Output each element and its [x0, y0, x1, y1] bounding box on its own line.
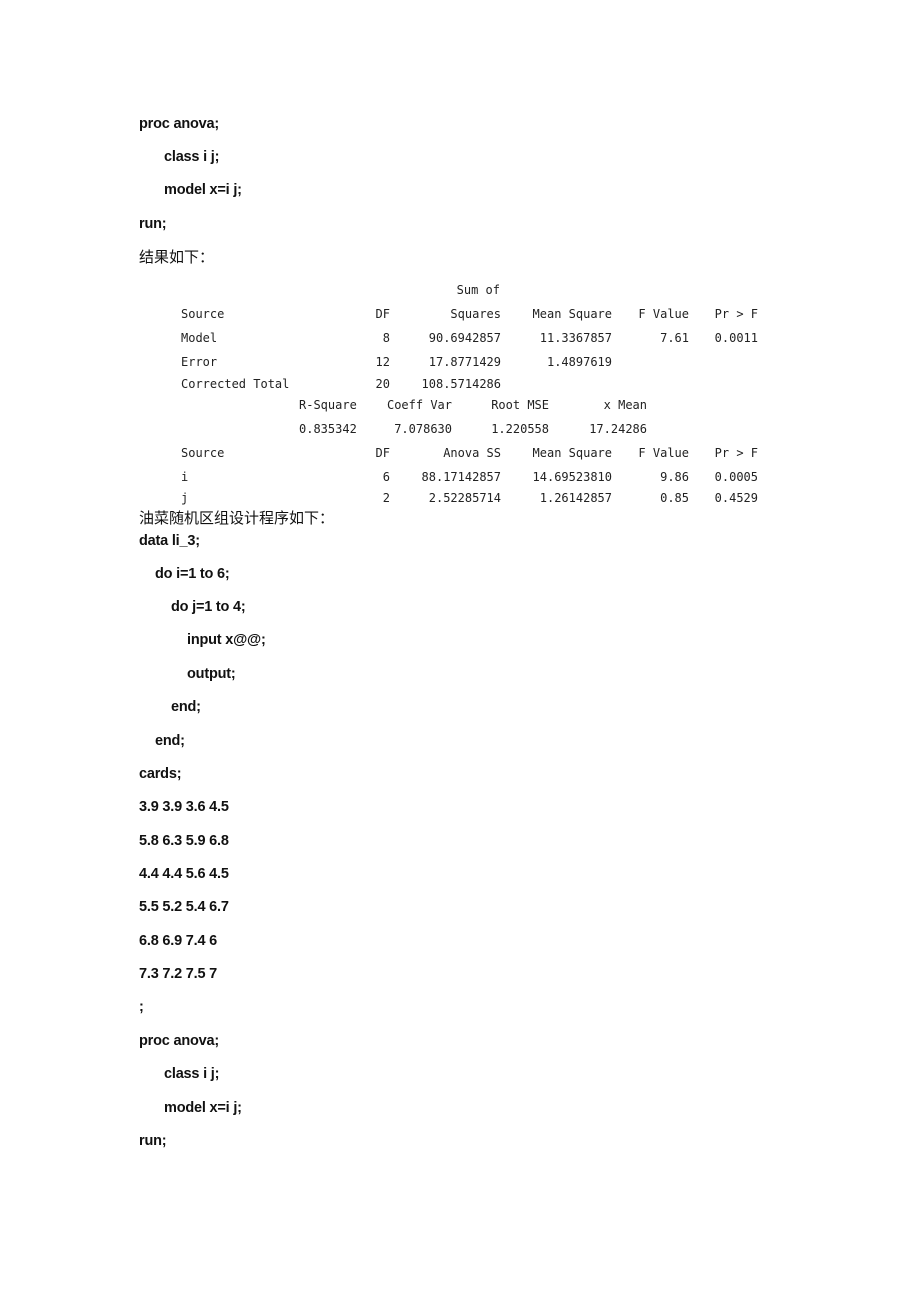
row-f: 9.86: [660, 470, 689, 484]
row-source: Corrected Total: [181, 377, 290, 391]
code-line-data: data li_3;: [139, 533, 200, 549]
row-df: 20: [375, 377, 390, 391]
code-line-do-j: do j=1 to 4;: [171, 599, 246, 615]
value-x-mean: 17.24286: [589, 422, 647, 436]
header-source: Source: [181, 307, 225, 321]
program-heading: 油菜随机区组设计程序如下：: [139, 509, 335, 527]
header-x-mean: x Mean: [603, 398, 647, 412]
row-f: 0.85: [660, 491, 689, 505]
code-line-input: input x@@;: [187, 632, 266, 648]
row-ms: 1.4897619: [546, 355, 612, 369]
header-f-value: F Value: [638, 446, 689, 460]
card-row: 5.8 6.3 5.9 6.8: [139, 833, 229, 849]
card-row: 3.9 3.9 3.6 4.5: [139, 799, 229, 815]
result-heading: 结果如下：: [139, 248, 215, 266]
row-p: 0.4529: [714, 491, 758, 505]
code-line-end-outer: end;: [155, 733, 185, 749]
code-line-class: class i j;: [164, 1066, 220, 1082]
code-line-end-inner: end;: [171, 699, 201, 715]
header-squares: Squares: [450, 307, 501, 321]
header-pr-f: Pr > F: [714, 307, 758, 321]
row-source: Error: [181, 355, 218, 369]
code-line-model: model x=i j;: [164, 1100, 242, 1116]
header-pr-f: Pr > F: [714, 446, 758, 460]
row-source: i: [181, 470, 189, 484]
row-ms: 1.26142857: [539, 491, 612, 505]
header-anova-ss: Anova SS: [443, 446, 501, 460]
row-df: 6: [382, 470, 390, 484]
row-ss: 88.17142857: [421, 470, 501, 484]
code-line-proc-anova: proc anova;: [139, 116, 219, 132]
row-p: 0.0005: [714, 470, 758, 484]
row-ms: 14.69523810: [532, 470, 612, 484]
code-line-semicolon: ;: [139, 999, 144, 1015]
code-line-do-i: do i=1 to 6;: [155, 566, 230, 582]
header-f-value: F Value: [638, 307, 689, 321]
header-coeff-var: Coeff Var: [386, 398, 452, 412]
value-coeff-var: 7.078630: [394, 422, 452, 436]
row-ss: 108.5714286: [421, 377, 501, 391]
row-ss: 2.52285714: [428, 491, 501, 505]
value-root-mse: 1.220558: [491, 422, 549, 436]
card-row: 6.8 6.9 7.4 6: [139, 933, 218, 949]
row-ss: 90.6942857: [428, 331, 501, 345]
header-mean-square: Mean Square: [532, 307, 612, 321]
row-p: 0.0011: [714, 331, 758, 345]
sum-of-label: Sum of: [456, 283, 500, 297]
value-r-square: 0.835342: [299, 422, 357, 436]
code-line-run: run;: [139, 216, 167, 232]
header-root-mse: Root MSE: [491, 398, 549, 412]
row-df: 12: [375, 355, 390, 369]
card-row: 5.5 5.2 5.4 6.7: [139, 899, 229, 915]
code-line-proc-anova: proc anova;: [139, 1033, 219, 1049]
card-row: 7.3 7.2 7.5 7: [139, 966, 218, 982]
row-ms: 11.3367857: [539, 331, 612, 345]
code-line-class: class i j;: [164, 149, 220, 165]
row-f: 7.61: [660, 331, 689, 345]
row-ss: 17.8771429: [428, 355, 501, 369]
header-source: Source: [181, 446, 225, 460]
row-source: Model: [181, 331, 218, 345]
row-df: 8: [382, 331, 390, 345]
header-df: DF: [375, 307, 390, 321]
row-source: j: [181, 491, 189, 505]
header-df: DF: [375, 446, 390, 460]
header-mean-square: Mean Square: [532, 446, 612, 460]
code-line-model: model x=i j;: [164, 182, 242, 198]
card-row: 4.4 4.4 5.6 4.5: [139, 866, 229, 882]
row-df: 2: [382, 491, 390, 505]
code-line-run: run;: [139, 1133, 167, 1149]
header-r-square: R-Square: [299, 398, 357, 412]
code-line-output: output;: [187, 666, 236, 682]
code-line-cards: cards;: [139, 766, 182, 782]
